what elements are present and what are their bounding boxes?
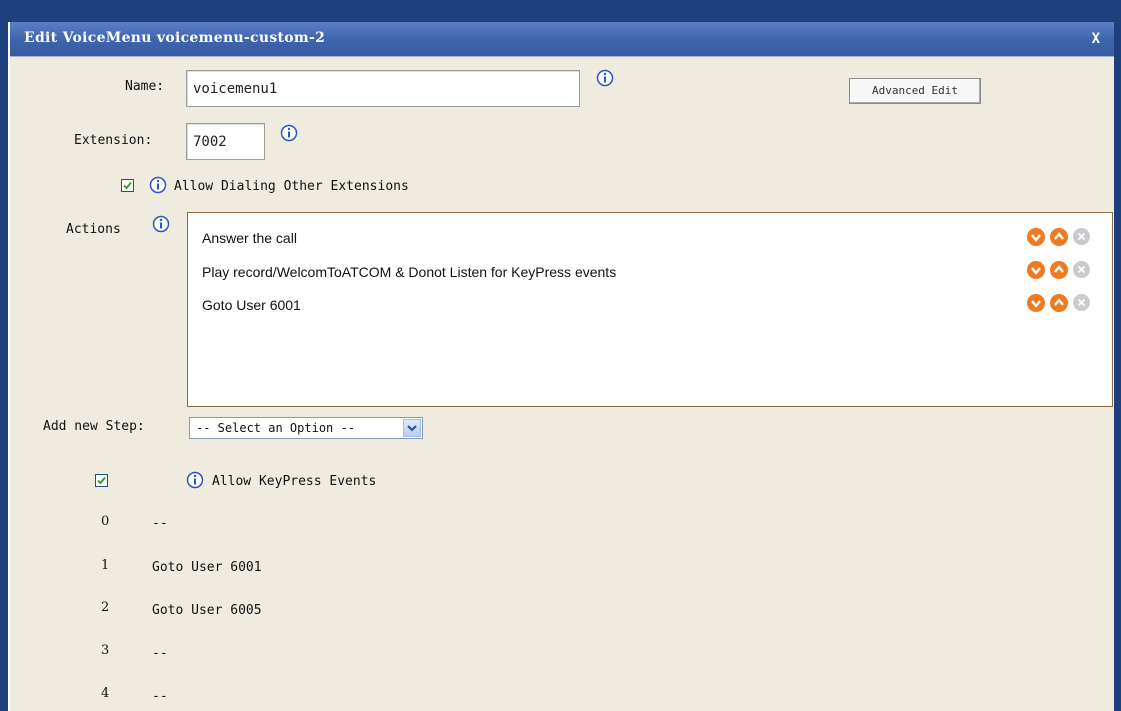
app-background: Edit VoiceMenu voicemenu-custom-2 X Name… xyxy=(0,0,1121,711)
advanced-edit-button[interactable]: Advanced Edit xyxy=(849,78,981,104)
keypress-key: 1 xyxy=(101,558,110,573)
action-item-controls xyxy=(1027,261,1090,279)
move-down-icon[interactable] xyxy=(1027,261,1045,279)
keypress-action[interactable]: Goto User 6001 xyxy=(152,560,262,575)
extension-input[interactable]: 7002 xyxy=(186,123,265,160)
add-step-label: Add new Step: xyxy=(43,419,145,434)
keypress-action[interactable]: -- xyxy=(152,689,168,704)
action-item-controls xyxy=(1027,228,1090,246)
allow-keypress-label: Allow KeyPress Events xyxy=(212,474,377,489)
move-down-icon[interactable] xyxy=(1027,228,1045,246)
keypress-key: 3 xyxy=(101,643,110,658)
info-icon[interactable] xyxy=(149,176,167,194)
move-up-icon[interactable] xyxy=(1050,228,1068,246)
info-icon[interactable] xyxy=(186,471,204,489)
action-item: Play record/WelcomToATCOM & Donot Listen… xyxy=(202,264,617,280)
keypress-action[interactable]: -- xyxy=(152,646,168,661)
action-item: Goto User 6001 xyxy=(202,297,301,313)
add-step-select[interactable]: -- Select an Option -- xyxy=(189,417,423,439)
action-item: Answer the call xyxy=(202,230,297,246)
delete-icon[interactable] xyxy=(1073,294,1090,311)
action-item-controls xyxy=(1027,294,1090,312)
add-step-selected-value: -- Select an Option -- xyxy=(196,421,355,435)
keypress-key: 4 xyxy=(101,686,110,701)
keypress-action[interactable]: -- xyxy=(152,516,168,531)
actions-label: Actions xyxy=(66,222,121,237)
move-up-icon[interactable] xyxy=(1050,261,1068,279)
chevron-down-icon[interactable] xyxy=(403,419,421,437)
move-down-icon[interactable] xyxy=(1027,294,1045,312)
actions-list: Answer the call Play record/WelcomToATCO… xyxy=(187,212,1113,407)
dialog-title: Edit VoiceMenu voicemenu-custom-2 xyxy=(24,30,326,46)
keypress-key: 0 xyxy=(101,514,110,529)
info-icon[interactable] xyxy=(596,69,614,87)
close-button[interactable]: X xyxy=(1092,31,1100,47)
allow-dialing-checkbox[interactable] xyxy=(121,179,134,192)
info-icon[interactable] xyxy=(152,215,170,233)
name-input[interactable]: voicemenu1 xyxy=(186,70,580,107)
edit-voicemenu-dialog: Edit VoiceMenu voicemenu-custom-2 X Name… xyxy=(8,22,1114,711)
allow-keypress-checkbox[interactable] xyxy=(95,474,108,487)
move-up-icon[interactable] xyxy=(1050,294,1068,312)
info-icon[interactable] xyxy=(280,124,298,142)
keypress-action[interactable]: Goto User 6005 xyxy=(152,603,262,618)
extension-label: Extension: xyxy=(74,133,153,148)
keypress-key: 2 xyxy=(101,600,110,615)
allow-dialing-label: Allow Dialing Other Extensions xyxy=(174,179,409,194)
dialog-titlebar[interactable]: Edit VoiceMenu voicemenu-custom-2 X xyxy=(10,22,1114,57)
name-label: Name: xyxy=(125,79,165,94)
delete-icon[interactable] xyxy=(1073,261,1090,278)
delete-icon[interactable] xyxy=(1073,228,1090,245)
